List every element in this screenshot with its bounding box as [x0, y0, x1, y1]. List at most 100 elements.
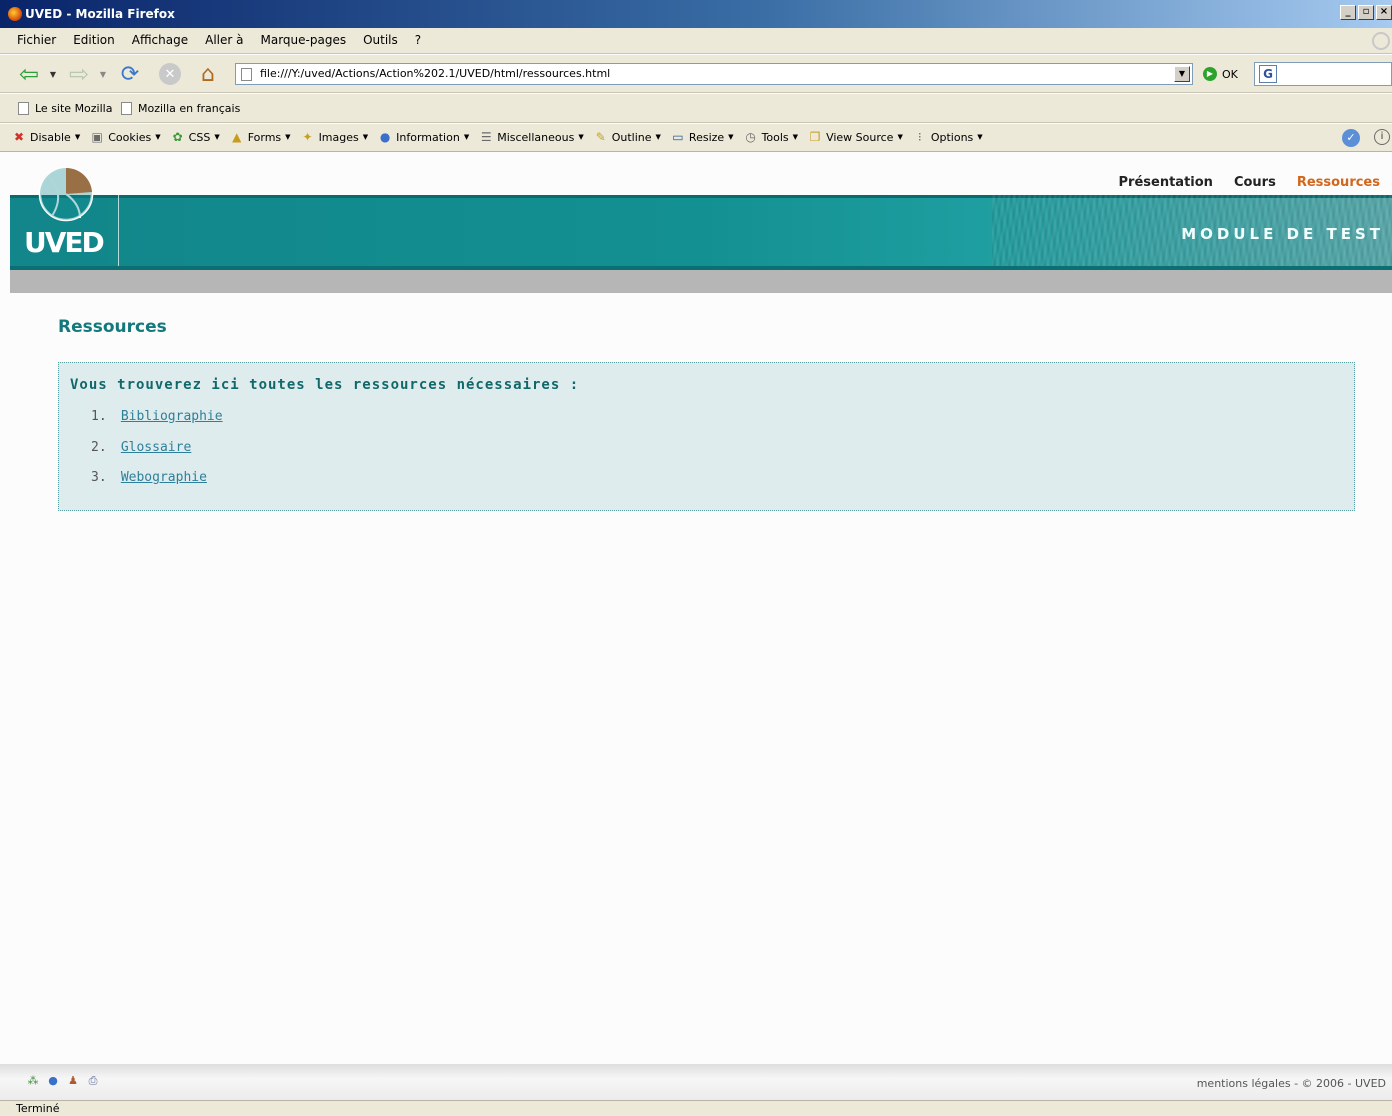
info-icon[interactable]: i — [1374, 129, 1390, 145]
logo-text: UVED — [24, 226, 105, 259]
dev-information[interactable]: ● Information ▼ — [378, 130, 469, 144]
validation-check-icon[interactable]: ✓ — [1342, 129, 1360, 147]
resources-list: 1. Bibliographie 2. Glossaire 3. Webogra… — [91, 409, 223, 501]
reload-icon[interactable]: ⟳ — [116, 62, 144, 87]
nav-presentation[interactable]: Présentation — [1119, 175, 1213, 190]
dev-label: CSS — [188, 130, 211, 144]
throbber-icon — [1372, 32, 1390, 50]
footer-legal[interactable]: mentions légales - © 2006 - UVED — [1197, 1077, 1386, 1090]
help-icon[interactable]: ● — [46, 1074, 60, 1088]
menu-fichier[interactable]: Fichier — [17, 33, 56, 47]
list-item: 3. Webographie — [91, 470, 223, 501]
window-title: UVED - Mozilla Firefox — [25, 7, 175, 21]
list-number: 3. — [91, 470, 107, 485]
sitemap-icon[interactable]: ⁂ — [26, 1074, 40, 1088]
dev-label: Cookies — [108, 130, 152, 144]
dev-images[interactable]: ✦ Images ▼ — [301, 130, 369, 144]
stop-icon[interactable]: ✕ — [157, 62, 183, 86]
list-number: 2. — [91, 439, 107, 455]
dev-options[interactable]: ⁝ Options ▼ — [913, 130, 983, 144]
go-icon: ▶ — [1203, 67, 1217, 81]
minimize-button[interactable]: _ — [1340, 5, 1356, 20]
close-button[interactable]: × — [1376, 5, 1392, 20]
dev-label: Disable — [30, 130, 71, 144]
dev-cookies[interactable]: ▣ Cookies ▼ — [90, 130, 161, 144]
resize-icon: ▭ — [672, 130, 684, 144]
contact-icon[interactable]: ♟ — [66, 1074, 80, 1088]
dev-label: Images — [318, 130, 359, 144]
window-title-bar: UVED - Mozilla Firefox _ ▫ × — [0, 0, 1392, 28]
menu-affichage[interactable]: Affichage — [132, 33, 188, 47]
dev-label: Resize — [688, 130, 725, 144]
bookmark-label: Mozilla en français — [138, 102, 241, 115]
address-dropdown-icon[interactable]: ▼ — [1174, 66, 1190, 82]
bookmark-mozilla-fr[interactable]: Mozilla en français — [121, 102, 240, 115]
bookmark-label: Le site Mozilla — [35, 102, 113, 115]
bookmarks-toolbar: Le site Mozilla Mozilla en français — [0, 94, 1392, 123]
back-dropdown-icon[interactable]: ▼ — [47, 62, 59, 86]
view-source-icon: ❐ — [809, 130, 821, 144]
search-input[interactable]: G — [1254, 62, 1392, 86]
status-text: Terminé — [16, 1102, 60, 1115]
google-search-icon[interactable]: G — [1259, 65, 1277, 83]
forward-arrow-icon[interactable]: ⇨ — [64, 60, 94, 88]
dev-label: Outline — [611, 130, 652, 144]
link-glossaire[interactable]: Glossaire — [121, 440, 191, 455]
menu-aller-a[interactable]: Aller à — [205, 33, 243, 47]
nav-cours[interactable]: Cours — [1234, 175, 1276, 190]
site-navigation: Présentation Cours Ressources — [1119, 175, 1380, 190]
link-webographie[interactable]: Webographie — [121, 470, 207, 485]
resources-panel: Vous trouverez ici toutes les ressources… — [58, 362, 1355, 511]
information-icon: ● — [379, 130, 391, 144]
dev-label: Options — [930, 130, 974, 144]
module-title: MODULE DE TEST — [1181, 225, 1384, 243]
cookies-icon: ▣ — [91, 130, 103, 144]
list-number: 1. — [91, 409, 107, 424]
menu-edition[interactable]: Edition — [73, 33, 115, 47]
dev-tools[interactable]: ◷ Tools ▼ — [744, 130, 798, 144]
dev-forms[interactable]: ▲ Forms ▼ — [230, 130, 290, 144]
menu-help[interactable]: ? — [415, 33, 421, 47]
css-icon: ✿ — [172, 130, 183, 144]
menu-bar: Fichier Edition Affichage Aller à Marque… — [0, 28, 1392, 54]
page-title: Ressources — [58, 317, 167, 337]
bookmark-mozilla[interactable]: Le site Mozilla — [18, 102, 112, 115]
dev-view-source[interactable]: ❐ View Source ▼ — [808, 130, 903, 144]
menu-outils[interactable]: Outils — [363, 33, 398, 47]
navigation-toolbar: ⇦ ▼ ⇨ ▼ ⟳ ✕ ⌂ file:///Y:/uved/Actions/Ac… — [0, 55, 1392, 93]
dev-css[interactable]: ✿ CSS ▼ — [171, 130, 220, 144]
dev-resize[interactable]: ▭ Resize ▼ — [671, 130, 733, 144]
uved-logo-icon — [38, 166, 94, 222]
forms-icon: ▲ — [232, 130, 242, 144]
menu-marque-pages[interactable]: Marque-pages — [261, 33, 347, 47]
dev-outline[interactable]: ✎ Outline ▼ — [594, 130, 661, 144]
resources-intro: Vous trouverez ici toutes les ressources… — [70, 377, 580, 393]
gray-divider — [10, 270, 1392, 293]
miscellaneous-icon: ☰ — [480, 130, 492, 144]
tools-icon: ◷ — [745, 130, 756, 144]
dev-miscellaneous[interactable]: ☰ Miscellaneous ▼ — [479, 130, 584, 144]
firefox-icon — [8, 7, 22, 21]
maximize-button[interactable]: ▫ — [1358, 5, 1374, 20]
go-button[interactable]: ▶ OK — [1203, 67, 1238, 81]
print-icon[interactable]: ⎙ — [86, 1074, 100, 1088]
dev-label: Tools — [761, 130, 789, 144]
nav-ressources[interactable]: Ressources — [1297, 175, 1380, 190]
options-icon: ⁝ — [917, 130, 922, 144]
bookmark-page-icon — [121, 102, 132, 115]
page-icon — [241, 68, 252, 81]
window-controls: _ ▫ × — [1340, 5, 1392, 20]
link-bibliographie[interactable]: Bibliographie — [121, 409, 223, 424]
dev-label: Information — [396, 130, 460, 144]
forward-dropdown-icon[interactable]: ▼ — [97, 62, 109, 86]
web-page: Présentation Cours Ressources MODULE DE … — [0, 152, 1392, 1064]
site-footer: ⁂ ● ♟ ⎙ mentions légales - © 2006 - UVED — [0, 1064, 1392, 1100]
address-url[interactable]: file:///Y:/uved/Actions/Action%202.1/UVE… — [260, 67, 610, 80]
address-bar[interactable]: file:///Y:/uved/Actions/Action%202.1/UVE… — [235, 63, 1193, 85]
back-arrow-icon[interactable]: ⇦ — [14, 60, 44, 88]
dev-label: View Source — [826, 130, 894, 144]
images-icon: ✦ — [302, 130, 313, 144]
home-icon[interactable]: ⌂ — [194, 62, 222, 87]
dev-disable[interactable]: ✖ Disable ▼ — [12, 130, 80, 144]
web-developer-toolbar: ✖ Disable ▼ ▣ Cookies ▼ ✿ CSS ▼ ▲ Forms ▼ ✦ Image… — [0, 124, 1392, 152]
